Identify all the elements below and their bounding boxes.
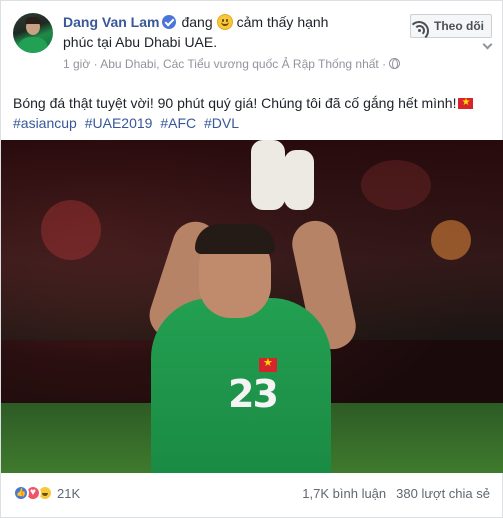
meta-separator: · (93, 57, 98, 71)
hashtag-link[interactable]: #DVL (204, 115, 239, 131)
facebook-post: Dang Van Lam đang cảm thấy hạnh phúc tại A… (0, 0, 503, 518)
like-reaction-icon[interactable] (13, 485, 29, 501)
post-footer: 21K 1,7K bình luận 380 lượt chia sẻ (13, 483, 490, 503)
vietnam-flag-icon (458, 95, 474, 110)
feeling-prefix: đang (181, 14, 213, 30)
globe-icon[interactable] (389, 58, 401, 69)
place-link[interactable]: Abu Dhabi UAE (115, 34, 213, 50)
hashtag-list: #asiancup #UAE2019 #AFC #DVL (13, 113, 492, 133)
hashtag-link[interactable]: #AFC (160, 115, 196, 131)
post-title-block: Dang Van Lam đang cảm thấy hạnh phúc tại A… (63, 13, 401, 72)
reactions-count[interactable]: 21K (57, 486, 80, 501)
author-name[interactable]: Dang Van Lam (63, 14, 159, 30)
comments-count[interactable]: 1,7K bình luận (302, 486, 386, 501)
author-avatar[interactable] (13, 13, 53, 53)
rss-icon (409, 20, 429, 41)
post-location[interactable]: Abu Dhabi, Các Tiểu vương quốc Ả Rập Thố… (100, 57, 379, 71)
smile-icon (216, 14, 233, 30)
post-header: Dang Van Lam đang cảm thấy hạnh phúc tại A… (13, 11, 492, 87)
verified-icon (162, 15, 177, 29)
jersey-flag-badge (259, 356, 277, 372)
hashtag-link[interactable]: #asiancup (13, 115, 77, 131)
post-body: Bóng đá thật tuyệt vời! 90 phút quý giá!… (13, 93, 492, 133)
post-photo[interactable]: 23 (1, 140, 503, 473)
follow-button[interactable]: Theo dõi (409, 14, 492, 41)
feeling-text: cảm thấy hạnh (236, 14, 329, 30)
post-timestamp[interactable]: 1 giờ (63, 57, 90, 71)
place-suffix: . (213, 34, 218, 50)
chevron-down-icon[interactable] (482, 41, 492, 51)
jersey-number: 23 (228, 372, 279, 416)
meta-separator: · (382, 57, 387, 71)
hashtag-link[interactable]: #UAE2019 (85, 115, 153, 131)
shares-count[interactable]: 380 lượt chia sẻ (396, 486, 490, 501)
post-meta: 1 giờ · Abu Dhabi, Các Tiểu vương quốc Ả… (63, 56, 401, 72)
post-message: Bóng đá thật tuyệt vời! 90 phút quý giá!… (13, 95, 457, 111)
engagement-stats: 1,7K bình luận 380 lượt chia sẻ (302, 486, 490, 501)
feeling-text-continued: phúc tại (63, 34, 113, 50)
follow-button-label: Theo dõi (434, 19, 484, 33)
